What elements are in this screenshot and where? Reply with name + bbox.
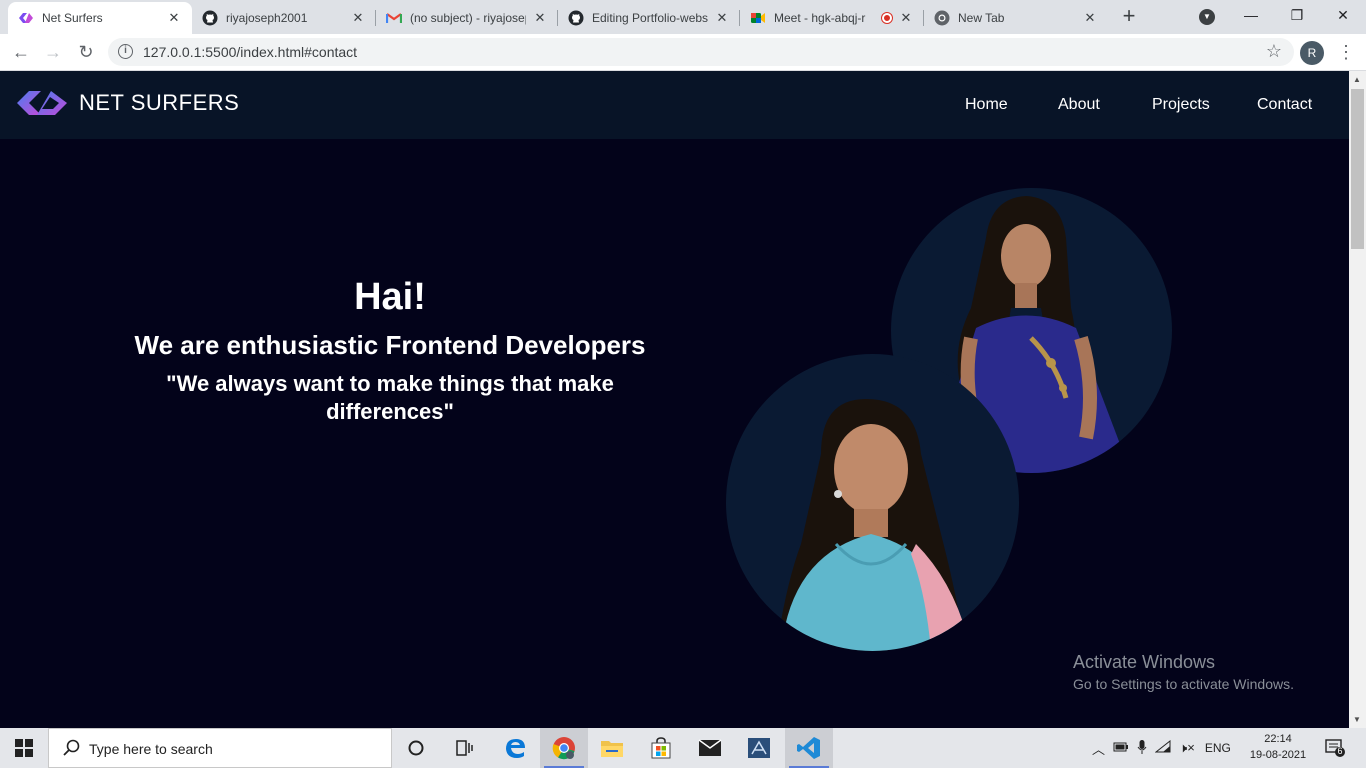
url-text[interactable]: 127.0.0.1:5500/index.html#contact bbox=[143, 44, 357, 60]
close-icon[interactable]: ✕ bbox=[898, 10, 914, 26]
address-bar[interactable]: i 127.0.0.1:5500/index.html#contact ☆ bbox=[108, 38, 1294, 66]
restore-button[interactable]: ❐ bbox=[1274, 0, 1320, 34]
vscode-icon[interactable] bbox=[785, 728, 833, 768]
back-arrow-icon[interactable]: ← bbox=[9, 40, 33, 64]
windows-activation-watermark: Activate Windows Go to Settings to activ… bbox=[1073, 652, 1294, 692]
tab-title: Meet - hgk-abqj-r bbox=[774, 11, 866, 25]
google-meet-icon bbox=[750, 10, 766, 26]
site-brand[interactable]: NET SURFERS bbox=[15, 87, 239, 119]
volume-muted-icon[interactable]: 🕨× bbox=[1179, 740, 1195, 756]
tab-new-tab[interactable]: New Tab ✕ bbox=[924, 2, 1108, 34]
web-page: NET SURFERS Home About Projects Contact … bbox=[0, 71, 1349, 728]
menu-kebab-icon[interactable]: ⋮ bbox=[1337, 42, 1355, 62]
nav-home[interactable]: Home bbox=[965, 96, 1008, 114]
notification-count: 6 bbox=[1337, 746, 1343, 756]
github-icon bbox=[202, 10, 218, 26]
close-icon[interactable]: ✕ bbox=[1082, 10, 1098, 26]
search-placeholder: Type here to search bbox=[89, 741, 213, 757]
taskbar-search-input[interactable]: Type here to search bbox=[48, 728, 392, 768]
language-indicator[interactable]: ENG bbox=[1205, 741, 1231, 755]
tab-github-profile[interactable]: riyajoseph2001 ✕ bbox=[192, 2, 376, 34]
windows-taskbar: Type here to search ︿ 🕨× ENG 22:14 19-08… bbox=[0, 728, 1366, 768]
scrollbar-thumb[interactable] bbox=[1351, 89, 1364, 249]
new-tab-button[interactable]: + bbox=[1119, 5, 1139, 27]
hero-title: Hai! bbox=[354, 276, 426, 318]
chrome-taskbar-icon[interactable] bbox=[540, 728, 588, 768]
info-icon[interactable]: i bbox=[118, 44, 133, 59]
tab-net-surfers[interactable]: Net Surfers ✕ bbox=[8, 2, 192, 34]
close-icon[interactable]: ✕ bbox=[350, 10, 366, 26]
nav-about[interactable]: About bbox=[1058, 96, 1100, 114]
tab-title: New Tab bbox=[958, 11, 1005, 25]
microsoft-store-icon[interactable] bbox=[637, 728, 685, 768]
recording-icon bbox=[882, 13, 892, 23]
close-icon[interactable]: ✕ bbox=[532, 10, 548, 26]
github-icon bbox=[568, 10, 584, 26]
tab-google-meet[interactable]: Meet - hgk-abqj-r ✕ bbox=[740, 2, 924, 34]
tab-strip: Net Surfers ✕ riyajoseph2001 ✕ (no subje… bbox=[0, 0, 1366, 34]
browser-toolbar: ← → ↻ i 127.0.0.1:5500/index.html#contac… bbox=[0, 34, 1366, 71]
chrome-icon bbox=[934, 10, 950, 26]
show-hidden-icons-chevron-icon[interactable]: ︿ bbox=[1092, 739, 1105, 758]
notification-center-icon[interactable]: 6 bbox=[1325, 739, 1345, 757]
reload-icon[interactable]: ↻ bbox=[74, 40, 98, 64]
clock-time: 22:14 bbox=[1264, 733, 1292, 745]
nav-projects[interactable]: Projects bbox=[1152, 96, 1210, 114]
net-surfers-favicon bbox=[18, 10, 34, 26]
start-button[interactable] bbox=[0, 728, 48, 768]
edge-browser-icon[interactable] bbox=[491, 728, 539, 768]
snipping-tool-icon[interactable] bbox=[735, 728, 783, 768]
search-icon bbox=[63, 739, 80, 756]
tab-title: (no subject) - riyajosep bbox=[410, 11, 526, 25]
battery-icon[interactable] bbox=[1113, 741, 1129, 756]
team-member-photo-bottom bbox=[726, 354, 1019, 651]
close-icon[interactable]: ✕ bbox=[714, 10, 730, 26]
minimize-button[interactable]: — bbox=[1228, 0, 1274, 34]
page-scrollbar[interactable]: ▲ ▼ bbox=[1349, 71, 1366, 728]
tab-search-icon[interactable]: ▼ bbox=[1199, 9, 1215, 25]
scroll-up-icon[interactable]: ▲ bbox=[1353, 75, 1361, 84]
forward-arrow-icon[interactable]: → bbox=[41, 40, 65, 64]
nav-contact[interactable]: Contact bbox=[1257, 96, 1312, 114]
wifi-icon[interactable] bbox=[1154, 739, 1171, 757]
mail-icon[interactable] bbox=[686, 728, 734, 768]
windows-logo-icon bbox=[15, 739, 33, 757]
close-window-button[interactable]: ✕ bbox=[1320, 0, 1366, 34]
close-icon[interactable]: ✕ bbox=[166, 10, 182, 26]
bookmark-star-icon[interactable]: ☆ bbox=[1266, 41, 1282, 62]
watermark-title: Activate Windows bbox=[1073, 652, 1216, 672]
clock-date: 19-08-2021 bbox=[1249, 749, 1307, 761]
system-tray: ︿ 🕨× ENG bbox=[1092, 728, 1231, 768]
tab-gmail[interactable]: (no subject) - riyajosep ✕ bbox=[376, 2, 558, 34]
hero-subtitle: We are enthusiastic Frontend Developers bbox=[134, 330, 646, 360]
tab-title: riyajoseph2001 bbox=[226, 11, 308, 25]
cortana-icon[interactable] bbox=[392, 728, 440, 768]
profile-avatar[interactable]: R bbox=[1300, 41, 1324, 65]
site-brand-name: NET SURFERS bbox=[79, 90, 240, 115]
watermark-subtitle: Go to Settings to activate Windows. bbox=[1073, 676, 1294, 692]
tab-github-editing[interactable]: Editing Portfolio-webs ✕ bbox=[558, 2, 740, 34]
tab-title: Editing Portfolio-webs bbox=[592, 11, 708, 25]
task-view-icon[interactable] bbox=[440, 728, 488, 768]
system-clock[interactable]: 22:14 19-08-2021 bbox=[1244, 731, 1312, 763]
microphone-icon[interactable] bbox=[1137, 739, 1147, 758]
gmail-icon bbox=[386, 10, 402, 26]
scroll-down-icon[interactable]: ▼ bbox=[1353, 715, 1361, 724]
tab-title: Net Surfers bbox=[42, 11, 103, 25]
file-explorer-icon[interactable] bbox=[588, 728, 636, 768]
hero-quote: "We always want to make things that make… bbox=[166, 371, 614, 424]
net-surfers-logo-icon bbox=[17, 91, 67, 115]
site-navbar: NET SURFERS Home About Projects Contact bbox=[0, 71, 1349, 139]
